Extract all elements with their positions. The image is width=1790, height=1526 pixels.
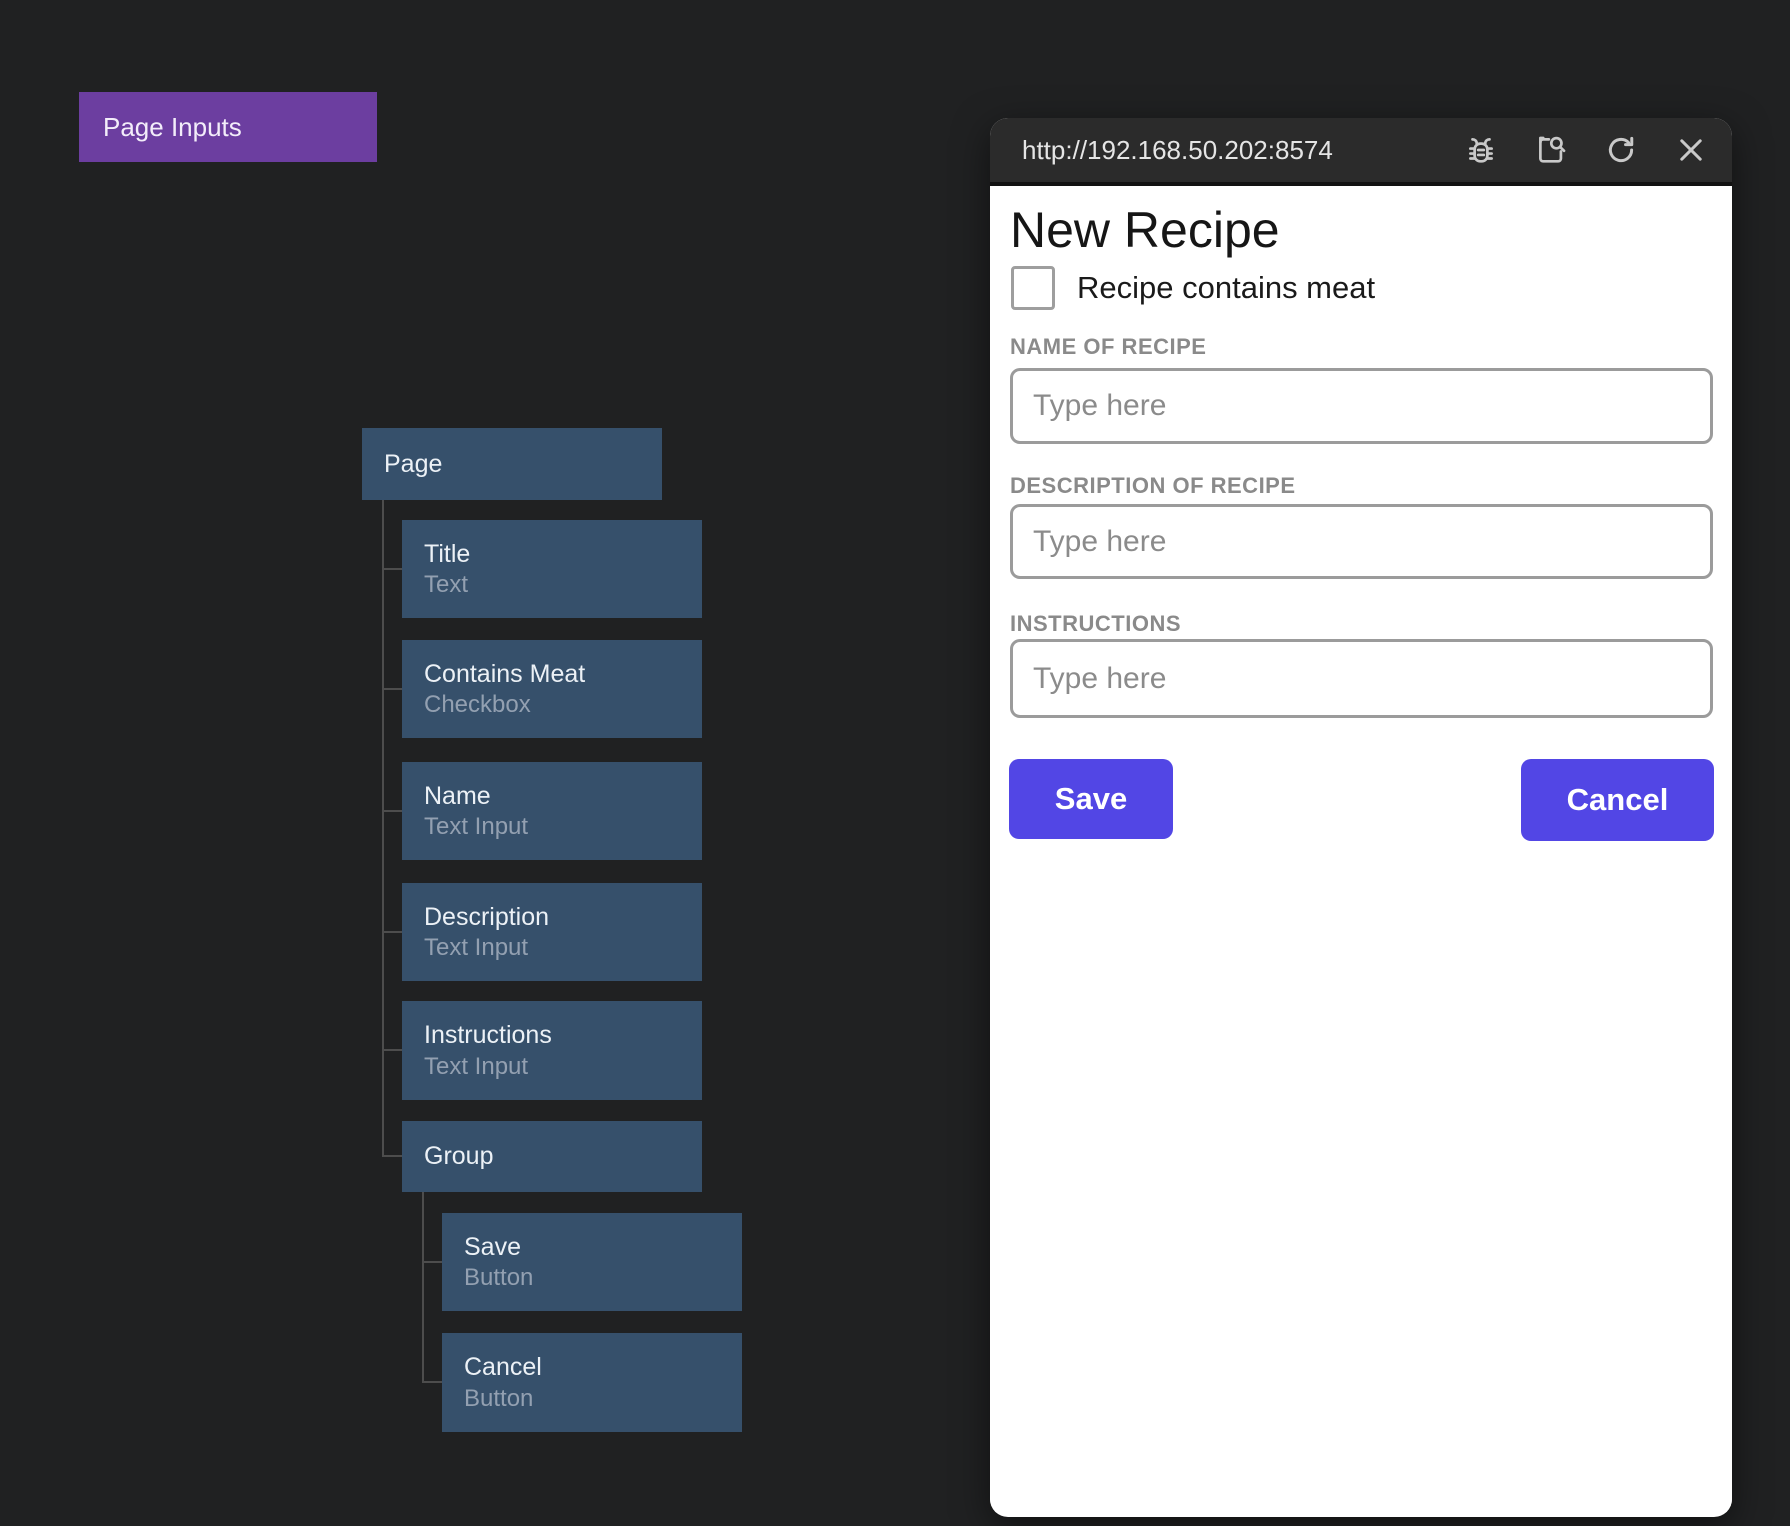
instructions-input[interactable]: [1010, 639, 1713, 718]
tree-node-cancel[interactable]: Cancel Button: [442, 1333, 742, 1432]
tree-node-title[interactable]: Title Text: [402, 520, 702, 618]
node-title: Instructions: [424, 1019, 702, 1052]
node-title: Description: [424, 901, 702, 934]
tree-connector-tick: [382, 568, 402, 570]
close-icon[interactable]: [1674, 133, 1708, 167]
node-subtitle: Text Input: [424, 812, 702, 842]
tree-node-group[interactable]: Group: [402, 1121, 702, 1192]
name-field-label: NAME OF RECIPE: [1010, 334, 1206, 360]
tree-node-name[interactable]: Name Text Input: [402, 762, 702, 860]
instructions-field-label: INSTRUCTIONS: [1010, 611, 1181, 637]
tree-node-contains-meat[interactable]: Contains Meat Checkbox: [402, 640, 702, 738]
node-subtitle: Text Input: [424, 1052, 702, 1082]
node-subtitle: Button: [464, 1384, 742, 1414]
description-field-label: DESCRIPTION OF RECIPE: [1010, 473, 1296, 499]
inspect-icon[interactable]: [1534, 133, 1568, 167]
tree-connector-tick: [422, 1261, 442, 1263]
contains-meat-field: Recipe contains meat: [1011, 266, 1375, 310]
tree-node-description[interactable]: Description Text Input: [402, 883, 702, 981]
page-title: New Recipe: [1010, 200, 1280, 260]
tree-node-instructions[interactable]: Instructions Text Input: [402, 1001, 702, 1100]
preview-content: New Recipe Recipe contains meat NAME OF …: [990, 186, 1732, 1513]
node-title: Cancel: [464, 1351, 742, 1384]
url-text: http://192.168.50.202:8574: [1022, 135, 1464, 166]
tree-connector-tick: [382, 688, 402, 690]
node-subtitle: Button: [464, 1263, 742, 1293]
name-input[interactable]: [1010, 368, 1713, 444]
save-button[interactable]: Save: [1009, 759, 1173, 839]
tree-connector-vertical: [382, 500, 384, 1157]
toolbar-icons: [1464, 133, 1708, 167]
bug-icon[interactable]: [1464, 133, 1498, 167]
tree-connector-tick: [382, 931, 402, 933]
node-title: Name: [424, 780, 702, 813]
tree-connector-tick: [382, 1155, 402, 1157]
node-subtitle: Text: [424, 570, 702, 600]
tree-connector-tick: [382, 1049, 402, 1051]
node-title: Page: [384, 448, 662, 481]
contains-meat-checkbox[interactable]: [1011, 266, 1055, 310]
node-subtitle: Text Input: [424, 933, 702, 963]
checkbox-label: Recipe contains meat: [1077, 270, 1375, 306]
description-input[interactable]: [1010, 504, 1713, 579]
page-inputs-node[interactable]: Page Inputs: [79, 92, 377, 162]
node-title: Contains Meat: [424, 658, 702, 691]
tree-node-page[interactable]: Page: [362, 428, 662, 500]
tree-connector-vertical: [422, 1192, 424, 1382]
node-title: Group: [424, 1140, 702, 1173]
preview-window: http://192.168.50.202:8574: [990, 118, 1732, 1517]
preview-toolbar: http://192.168.50.202:8574: [990, 118, 1732, 186]
tree-node-save[interactable]: Save Button: [442, 1213, 742, 1311]
node-title: Title: [424, 538, 702, 571]
node-title: Save: [464, 1231, 742, 1264]
tree-connector-tick: [422, 1381, 442, 1383]
cancel-button[interactable]: Cancel: [1521, 759, 1714, 841]
tree-connector-tick: [382, 810, 402, 812]
node-subtitle: Checkbox: [424, 690, 702, 720]
app-canvas: Page Inputs Page Title Text Contains Mea…: [0, 0, 1790, 1526]
refresh-icon[interactable]: [1604, 133, 1638, 167]
